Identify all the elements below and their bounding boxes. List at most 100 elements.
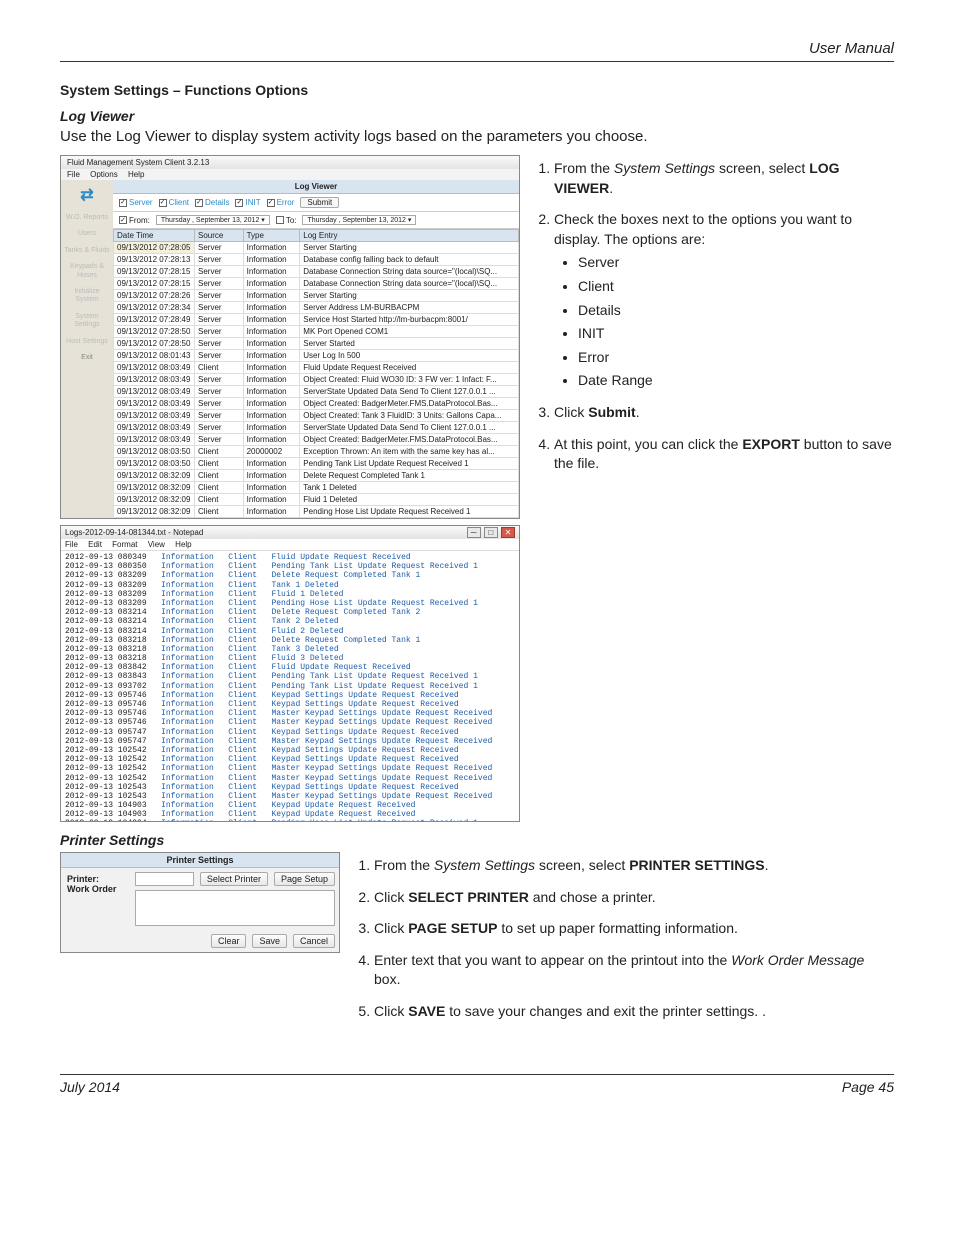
panel-title: Log Viewer <box>113 180 519 194</box>
filter-row: ✓Server ✓Client ✓Details ✓INIT ✓Error Su… <box>113 194 519 212</box>
p-step-5: Click SAVE to save your changes and exit… <box>374 1002 894 1022</box>
table-row[interactable]: 09/13/2012 08:32:09ClientInformationTank… <box>114 482 519 494</box>
nav-system-settings[interactable]: System Settings <box>63 313 111 330</box>
table-row[interactable]: 09/13/2012 08:03:49ServerInformationObje… <box>114 398 519 410</box>
table-row[interactable]: 09/13/2012 08:03:49ServerInformationObje… <box>114 434 519 446</box>
printer-settings-panel: Printer Settings Printer: Work Order Sel… <box>60 852 340 953</box>
save-button[interactable]: Save <box>252 934 287 948</box>
clear-button[interactable]: Clear <box>211 934 247 948</box>
cb-to[interactable]: To: <box>276 216 297 225</box>
table-row[interactable]: 09/13/2012 08:03:49ServerInformationObje… <box>114 374 519 386</box>
cancel-button[interactable]: Cancel <box>293 934 335 948</box>
app-logo-icon: ⇄ <box>74 184 100 206</box>
p-step-1: From the System Settings screen, select … <box>374 856 894 876</box>
notepad-menu[interactable]: File Edit Format View Help <box>61 539 519 551</box>
opt-client: Client <box>578 277 894 297</box>
nav-init[interactable]: Initialize System <box>63 288 111 305</box>
workorder-textarea[interactable] <box>135 890 335 926</box>
np-menu-edit[interactable]: Edit <box>88 540 102 549</box>
table-row[interactable]: 09/13/2012 08:03:50ClientInformationPend… <box>114 458 519 470</box>
table-row[interactable]: 09/13/2012 08:03:49ServerInformationServ… <box>114 422 519 434</box>
table-row[interactable]: 09/13/2012 08:32:09ClientInformationPend… <box>114 506 519 518</box>
log-viewer-window: Fluid Management System Client 3.2.13 Fi… <box>60 155 520 519</box>
table-row[interactable]: 09/13/2012 07:28:15ServerInformationData… <box>114 278 519 290</box>
printer-input[interactable] <box>135 872 194 886</box>
to-date[interactable]: Thursday , September 13, 2012 ▾ <box>302 215 416 225</box>
table-row[interactable]: 09/13/2012 07:28:50ServerInformationMK P… <box>114 326 519 338</box>
app-title: Fluid Management System Client 3.2.13 <box>61 156 519 169</box>
np-menu-view[interactable]: View <box>148 540 165 549</box>
cb-from[interactable]: ✓From: <box>119 216 150 225</box>
section-heading: System Settings – Functions Options <box>60 82 894 98</box>
window-controls[interactable]: ─ □ ✕ <box>466 527 515 538</box>
col-datetime[interactable]: Date Time <box>114 230 195 242</box>
select-printer-button[interactable]: Select Printer <box>200 872 268 886</box>
opt-details: Details <box>578 301 894 321</box>
minimize-icon[interactable]: ─ <box>467 527 481 538</box>
opt-error: Error <box>578 348 894 368</box>
printer-panel-title: Printer Settings <box>61 853 339 868</box>
notepad-window: Logs-2012-09-14-081344.txt - Notepad ─ □… <box>60 525 520 822</box>
label-workorder: Work Order <box>67 884 125 894</box>
nav-keypads[interactable]: Keypads & Hoses <box>63 263 111 280</box>
from-date[interactable]: Thursday , September 13, 2012 ▾ <box>156 215 270 225</box>
nav-wo-reports[interactable]: W.O. Reports <box>63 214 111 222</box>
np-menu-file[interactable]: File <box>65 540 78 549</box>
table-row[interactable]: 09/13/2012 08:03:50Client20000002Excepti… <box>114 446 519 458</box>
col-entry[interactable]: Log Entry <box>300 230 519 242</box>
cb-server[interactable]: ✓Server <box>119 198 153 207</box>
table-row[interactable]: 09/13/2012 08:32:09ClientInformationDele… <box>114 470 519 482</box>
step-1: From the System Settings screen, select … <box>554 159 894 198</box>
log-table: Date Time Source Type Log Entry 09/13/20… <box>113 229 519 518</box>
col-type[interactable]: Type <box>243 230 300 242</box>
table-row[interactable]: 09/13/2012 07:28:34ServerInformationServ… <box>114 302 519 314</box>
notepad-body: 2012-09-13 080349 Information Client Flu… <box>61 551 519 821</box>
cb-details[interactable]: ✓Details <box>195 198 229 207</box>
cb-error[interactable]: ✓Error <box>267 198 295 207</box>
app-menu[interactable]: File Options Help <box>61 169 519 180</box>
page-footer: July 2014 Page 45 <box>60 1074 894 1095</box>
p-step-4: Enter text that you want to appear on th… <box>374 951 894 990</box>
cb-init[interactable]: ✓INIT <box>235 198 260 207</box>
label-printer: Printer: <box>67 874 125 884</box>
cb-client[interactable]: ✓Client <box>159 198 189 207</box>
table-row[interactable]: 09/13/2012 07:28:05ServerInformationServ… <box>114 242 519 254</box>
printer-settings-heading: Printer Settings <box>60 832 894 848</box>
step-3: Click Submit. <box>554 403 894 423</box>
page-setup-button[interactable]: Page Setup <box>274 872 335 886</box>
opt-init: INIT <box>578 324 894 344</box>
footer-right: Page 45 <box>842 1079 894 1095</box>
table-row[interactable]: 09/13/2012 08:03:49ServerInformationObje… <box>114 410 519 422</box>
table-row[interactable]: 09/13/2012 08:03:49ServerInformationServ… <box>114 386 519 398</box>
table-row[interactable]: 09/13/2012 07:28:13ServerInformationData… <box>114 254 519 266</box>
nav-host-settings[interactable]: Host Settings <box>63 338 111 346</box>
table-row[interactable]: 09/13/2012 08:32:09ClientInformationFlui… <box>114 494 519 506</box>
table-row[interactable]: 09/13/2012 07:28:49ServerInformationServ… <box>114 314 519 326</box>
submit-button[interactable]: Submit <box>300 197 339 208</box>
step-2: Check the boxes next to the options you … <box>554 210 894 391</box>
nav-exit[interactable]: Exit <box>63 354 111 362</box>
maximize-icon[interactable]: □ <box>484 527 498 538</box>
table-row[interactable]: 09/13/2012 07:28:26ServerInformationServ… <box>114 290 519 302</box>
log-viewer-heading: Log Viewer <box>60 108 894 124</box>
np-menu-help[interactable]: Help <box>175 540 191 549</box>
page-header: User Manual <box>60 40 894 62</box>
notepad-title: Logs-2012-09-14-081344.txt - Notepad <box>65 528 203 537</box>
step-4: At this point, you can click the EXPORT … <box>554 435 894 474</box>
close-icon[interactable]: ✕ <box>501 527 515 538</box>
nav-users[interactable]: Users <box>63 230 111 238</box>
table-row[interactable]: 09/13/2012 07:28:15ServerInformationData… <box>114 266 519 278</box>
table-row[interactable]: 09/13/2012 08:03:49ClientInformationFlui… <box>114 362 519 374</box>
printer-instructions: From the System Settings screen, select … <box>354 852 894 1034</box>
log-viewer-instructions: From the System Settings screen, select … <box>534 155 894 486</box>
p-step-2: Click SELECT PRINTER and chose a printer… <box>374 888 894 908</box>
table-row[interactable]: 09/13/2012 07:28:50ServerInformationServ… <box>114 338 519 350</box>
menu-help[interactable]: Help <box>128 170 144 179</box>
np-menu-format[interactable]: Format <box>112 540 137 549</box>
col-source[interactable]: Source <box>195 230 244 242</box>
menu-options[interactable]: Options <box>90 170 118 179</box>
nav-tanks[interactable]: Tanks & Fluids <box>63 247 111 255</box>
app-sidebar: ⇄ W.O. Reports Users Tanks & Fluids Keyp… <box>61 180 113 518</box>
menu-file[interactable]: File <box>67 170 80 179</box>
table-row[interactable]: 09/13/2012 08:01:43ServerInformationUser… <box>114 350 519 362</box>
